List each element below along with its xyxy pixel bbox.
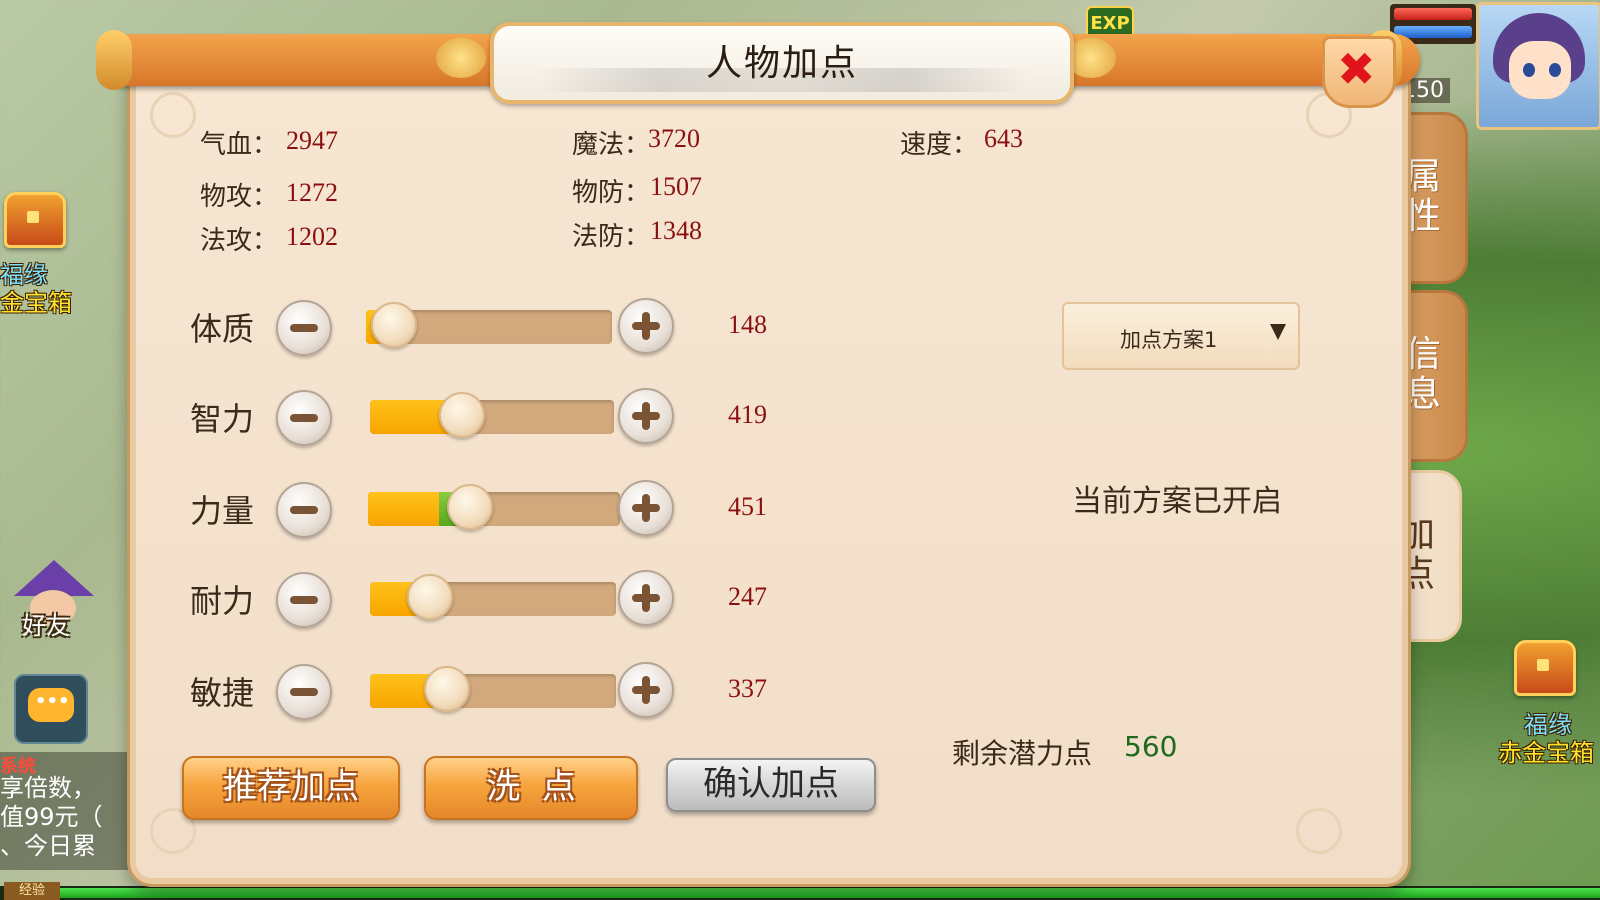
chest-left-label-2: 金宝箱 xyxy=(0,289,72,317)
stat-mp-label: 魔法： xyxy=(572,130,651,160)
decrease-button[interactable] xyxy=(276,300,332,356)
lucky-chest-right-icon[interactable] xyxy=(1514,640,1576,696)
system-tag: 系统 xyxy=(0,756,36,777)
stat-mag-def-value: 1348 xyxy=(650,216,702,245)
stat-phys-atk-value: 1272 xyxy=(286,178,338,207)
chest-left-label-1: 福缘 xyxy=(0,261,48,289)
attribute-name: 耐力 xyxy=(190,582,255,620)
decrease-button[interactable] xyxy=(276,482,332,538)
close-button[interactable]: ✖ xyxy=(1322,36,1396,108)
minus-icon xyxy=(290,506,318,514)
avatar-face xyxy=(1509,41,1571,99)
stat-hp-label: 气血： xyxy=(200,130,279,160)
scheme-selected-label: 加点方案1 xyxy=(1120,328,1218,352)
experience-bar: 经验 xyxy=(0,882,1600,900)
dropdown-arrow-icon xyxy=(1270,324,1286,340)
attribute-slider[interactable] xyxy=(370,574,616,620)
plus-icon xyxy=(642,584,650,612)
friends-button[interactable]: 好友 xyxy=(8,560,96,640)
minus-icon xyxy=(290,688,318,696)
stat-hp-value: 2947 xyxy=(286,126,338,155)
chat-button[interactable] xyxy=(14,674,88,744)
stat-speed-value: 643 xyxy=(984,124,1023,153)
slider-handle[interactable] xyxy=(447,484,493,530)
remaining-points-value: 560 xyxy=(1124,730,1178,763)
attribute-name: 体质 xyxy=(190,310,255,348)
avatar-eye xyxy=(1549,63,1561,77)
plus-icon xyxy=(642,312,650,340)
attribute-slider[interactable] xyxy=(370,666,616,712)
player-avatar[interactable] xyxy=(1476,2,1600,130)
chat-bubble-icon xyxy=(28,688,74,722)
recommend-points-button[interactable]: 推荐加点 xyxy=(182,756,400,820)
lucky-chest-icon[interactable] xyxy=(4,192,66,248)
chest-right-label-2: 赤金宝箱 xyxy=(1498,739,1594,767)
chest-right-label-1: 福缘 xyxy=(1524,711,1572,739)
system-line: 享倍数， xyxy=(0,774,96,802)
stat-mag-def-label: 法防： xyxy=(572,222,651,252)
attribute-value: 247 xyxy=(728,582,767,611)
attribute-value: 337 xyxy=(728,674,767,703)
system-message-feed: 系统 享倍数， 值99元（ 、今日累 xyxy=(0,752,130,870)
corner-ornament xyxy=(1296,808,1342,854)
stat-mag-atk-value: 1202 xyxy=(286,222,338,251)
rail-cap-left xyxy=(96,30,132,90)
stat-phys-atk-label: 物攻： xyxy=(200,182,279,212)
friends-label: 好友 xyxy=(22,612,70,640)
attribute-name: 敏捷 xyxy=(190,674,255,712)
confirm-points-button[interactable]: 确认加点 xyxy=(666,758,876,812)
hp-bar xyxy=(1394,8,1472,20)
attribute-value: 451 xyxy=(728,492,767,521)
plus-icon xyxy=(642,494,650,522)
increase-button[interactable] xyxy=(618,480,674,536)
stat-mp-value: 3720 xyxy=(648,124,700,153)
attribute-slider[interactable] xyxy=(366,302,612,348)
minus-icon xyxy=(290,596,318,604)
system-line: 值99元（ xyxy=(0,803,103,831)
attribute-value: 419 xyxy=(728,400,767,429)
reset-points-button[interactable]: 洗 点 xyxy=(424,756,638,820)
slider-handle[interactable] xyxy=(439,392,485,438)
attribute-name: 力量 xyxy=(190,492,255,530)
avatar-eye xyxy=(1523,63,1535,77)
decrease-button[interactable] xyxy=(276,664,332,720)
stat-speed-label: 速度： xyxy=(900,130,979,160)
scheme-status-text: 当前方案已开启 xyxy=(1072,484,1282,519)
stat-phys-def-value: 1507 xyxy=(650,172,702,201)
stat-mag-atk-label: 法攻： xyxy=(200,226,279,256)
attribute-name: 智力 xyxy=(190,400,255,438)
attribute-value: 148 xyxy=(728,310,767,339)
experience-fill xyxy=(60,888,1600,898)
slider-handle[interactable] xyxy=(371,302,417,348)
slider-fill xyxy=(368,492,439,526)
plus-icon xyxy=(642,676,650,704)
increase-button[interactable] xyxy=(618,570,674,626)
corner-ornament xyxy=(150,92,196,138)
increase-button[interactable] xyxy=(618,662,674,718)
system-line: 、今日累 xyxy=(0,832,96,860)
stat-phys-def-label: 物防： xyxy=(572,178,651,208)
decrease-button[interactable] xyxy=(276,390,332,446)
plus-icon xyxy=(642,402,650,430)
close-icon: ✖ xyxy=(1337,42,1376,96)
minus-icon xyxy=(290,414,318,422)
attribute-slider[interactable] xyxy=(370,392,614,438)
minus-icon xyxy=(290,324,318,332)
slider-handle[interactable] xyxy=(424,666,470,712)
panel-title: 人物加点 xyxy=(705,43,858,84)
increase-button[interactable] xyxy=(618,388,674,444)
attribute-slider[interactable] xyxy=(368,484,620,530)
increase-button[interactable] xyxy=(618,298,674,354)
remaining-points-label: 剩余潜力点 xyxy=(952,737,1093,770)
experience-label: 经验 xyxy=(4,882,60,900)
decrease-button[interactable] xyxy=(276,572,332,628)
title-ornament-left xyxy=(436,38,486,78)
slider-handle[interactable] xyxy=(407,574,453,620)
scheme-dropdown[interactable]: 加点方案1 xyxy=(1062,302,1300,370)
